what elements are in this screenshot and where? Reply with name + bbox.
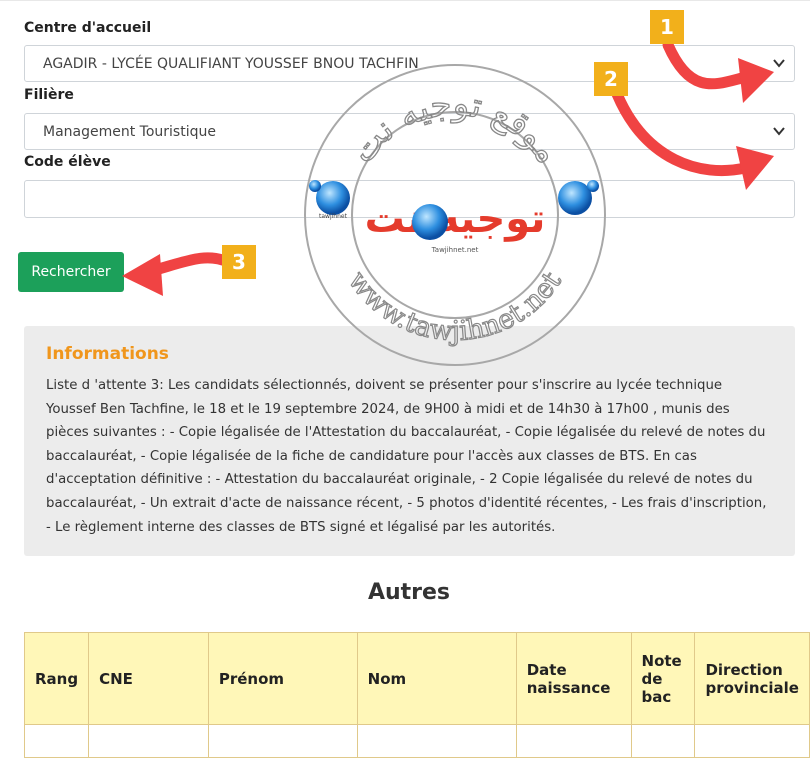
arrow-1-shaft [662, 39, 748, 90]
arrow-2-head [736, 146, 774, 190]
annotation-arrows [122, 39, 774, 296]
annotation-badge-3: 3 [222, 245, 256, 279]
arrow-1-head [738, 58, 774, 103]
arrow-2-shaft [611, 88, 751, 177]
annotation-badge-1: 1 [650, 10, 684, 44]
annotation-badge-2: 2 [594, 62, 628, 96]
arrow-3-head [122, 254, 163, 296]
